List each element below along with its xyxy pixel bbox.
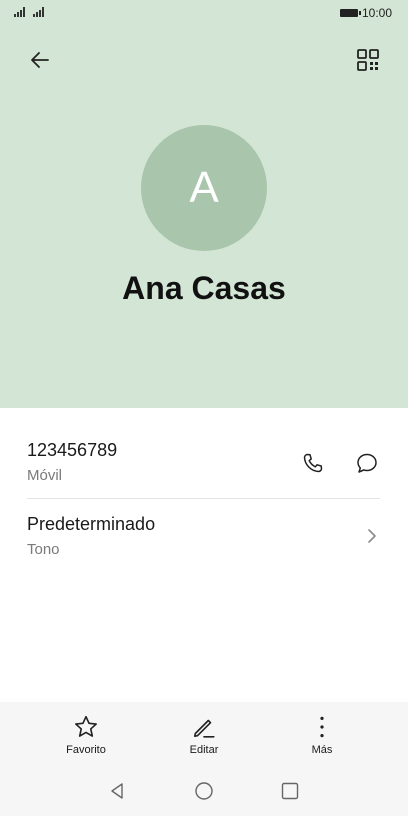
more-button[interactable]: Más <box>282 712 362 756</box>
message-icon <box>357 453 377 473</box>
chevron-right-icon <box>368 529 376 543</box>
nav-back-icon <box>111 783 123 799</box>
edit-label: Editar <box>189 744 219 756</box>
nav-home-icon <box>195 782 213 800</box>
qr-code-button[interactable] <box>352 44 384 76</box>
system-nav-bar <box>0 776 408 806</box>
favorite-label: Favorito <box>66 744 106 756</box>
favorite-button[interactable]: Favorito <box>46 712 126 756</box>
status-right: 10:00 <box>339 6 392 20</box>
phone-icon <box>303 453 323 473</box>
more-vertical-icon <box>320 716 324 738</box>
contact-name: Ana Casas <box>122 270 286 306</box>
back-button[interactable] <box>24 44 56 76</box>
nav-back-button[interactable] <box>106 780 128 802</box>
more-label: Más <box>311 744 333 756</box>
status-time: 10:00 <box>361 6 392 20</box>
pencil-icon <box>193 719 215 738</box>
signal-icon <box>14 7 25 17</box>
signal-icon <box>33 7 44 17</box>
avatar: A <box>141 125 267 251</box>
nav-recents-icon <box>281 782 299 800</box>
contact-header: 10:00 A Ana Casas <box>0 0 408 408</box>
ringtone-row[interactable]: Predeterminado Tono <box>27 514 380 566</box>
bottom-action-bar: Favorito Editar Más <box>0 702 408 816</box>
ringtone-label: Tono <box>27 541 60 558</box>
signal-indicators <box>14 7 44 17</box>
message-button[interactable] <box>352 448 382 478</box>
star-icon <box>75 715 97 737</box>
ringtone-value: Predeterminado <box>27 514 156 534</box>
nav-home-button[interactable] <box>193 780 215 802</box>
back-arrow-icon <box>31 52 49 68</box>
nav-recents-button[interactable] <box>279 780 301 802</box>
row-divider <box>27 498 380 499</box>
avatar-letter: A <box>189 163 219 212</box>
qr-code-icon <box>357 49 379 71</box>
battery-icon <box>339 9 361 17</box>
status-bar: 10:00 <box>0 0 408 30</box>
edit-button[interactable]: Editar <box>164 712 244 756</box>
call-button[interactable] <box>298 448 328 478</box>
